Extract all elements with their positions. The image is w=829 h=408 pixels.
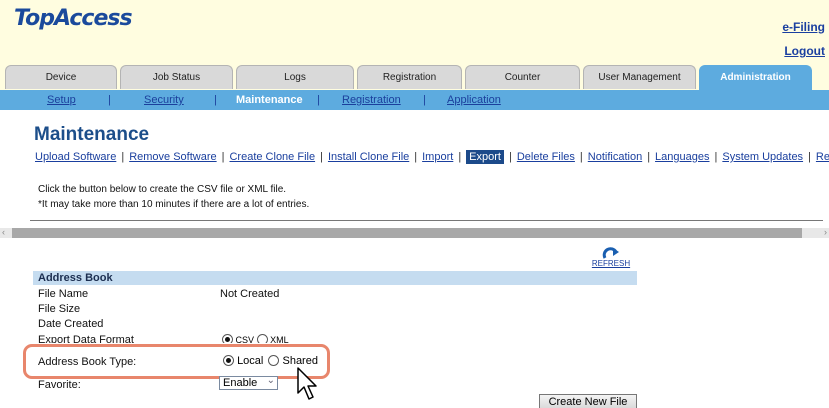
shared-label: Shared: [282, 355, 318, 367]
subnav-security[interactable]: Security: [144, 94, 184, 106]
link-notification[interactable]: Notification: [588, 151, 642, 163]
refresh-button[interactable]: REFRESH: [591, 247, 631, 268]
info-text: Click the button below to create the CSV…: [38, 184, 287, 195]
subnav-application[interactable]: Application: [447, 94, 501, 106]
subnav-maintenance[interactable]: Maintenance: [236, 94, 303, 106]
xml-label: XML: [270, 335, 289, 343]
main-tabs: Device Job Status Logs Registration Coun…: [0, 63, 829, 90]
page-title: Maintenance: [34, 124, 150, 145]
tab-counter[interactable]: Counter: [465, 65, 580, 89]
xml-radio[interactable]: [256, 334, 268, 343]
tab-job-status[interactable]: Job Status: [120, 65, 233, 89]
horizontal-scrollbar[interactable]: ‹ ›: [0, 227, 829, 238]
header-bar: TopAccess e-Filing Logout: [0, 0, 829, 63]
scroll-left-icon[interactable]: ‹: [2, 227, 5, 237]
tab-administration[interactable]: Administration: [699, 65, 812, 90]
file-size-label: File Size: [38, 303, 81, 315]
link-upload-software[interactable]: Upload Software: [35, 151, 116, 163]
csv-radio[interactable]: [222, 334, 233, 343]
address-book-heading: Address Book: [33, 271, 637, 285]
address-book-type-group: Local Shared: [223, 355, 318, 367]
link-languages[interactable]: Languages: [655, 151, 709, 163]
maintenance-links: Upload Software | Remove Software | Create C…: [35, 150, 829, 164]
sub-navigation: Setup | Security | Maintenance | Registr…: [0, 90, 829, 110]
link-install-clone-file[interactable]: Install Clone File: [328, 151, 409, 163]
tab-registration[interactable]: Registration: [357, 65, 462, 89]
refresh-label: REFRESH: [591, 259, 631, 268]
local-label: Local: [237, 355, 264, 367]
tab-device[interactable]: Device: [5, 65, 117, 89]
link-system-updates[interactable]: System Updates: [722, 151, 803, 163]
subnav-separator: |: [317, 94, 320, 106]
subnav-separator: |: [214, 94, 217, 106]
subnav-separator: |: [108, 94, 111, 106]
date-created-label: Date Created: [38, 318, 104, 330]
chevron-down-icon: ⌄: [266, 375, 275, 386]
file-name-value: Not Created: [220, 288, 280, 300]
subnav-setup[interactable]: Setup: [47, 94, 76, 106]
export-format-label: Export Data Format: [38, 334, 134, 343]
topaccess-logo: TopAccess: [14, 6, 133, 31]
scroll-right-icon[interactable]: ›: [824, 227, 827, 237]
mouse-pointer-icon: [297, 367, 317, 400]
create-new-file-button[interactable]: Create New File: [539, 394, 637, 408]
link-create-clone-file[interactable]: Create Clone File: [229, 151, 315, 163]
favorite-label: Favorite:: [38, 379, 81, 389]
refresh-icon: [602, 247, 619, 259]
link-import[interactable]: Import: [422, 151, 453, 163]
link-export[interactable]: Export: [466, 150, 504, 164]
link-truncated[interactable]: Re: [816, 151, 829, 163]
address-book-type-label: Address Book Type:: [38, 356, 137, 368]
csv-label: CSV: [235, 335, 255, 343]
e-filing-link[interactable]: e-Filing: [782, 20, 825, 34]
subnav-registration[interactable]: Registration: [342, 94, 401, 106]
info-note: *It may take more than 10 minutes if the…: [38, 199, 310, 210]
favorite-value: Enable: [223, 377, 258, 389]
shared-radio[interactable]: [268, 355, 280, 366]
tab-user-management[interactable]: User Management: [583, 65, 696, 89]
logout-link[interactable]: Logout: [784, 44, 825, 58]
link-delete-files[interactable]: Delete Files: [517, 151, 575, 163]
link-remove-software[interactable]: Remove Software: [129, 151, 216, 163]
scrollbar-thumb[interactable]: [12, 228, 802, 238]
divider: [30, 220, 823, 221]
favorite-select[interactable]: Enable ⌄: [219, 375, 278, 390]
tab-logs[interactable]: Logs: [236, 65, 354, 89]
subnav-separator: |: [423, 94, 426, 106]
local-radio[interactable]: [223, 355, 234, 366]
export-format-group: CSV XML: [222, 334, 289, 343]
file-name-label: File Name: [38, 288, 89, 300]
